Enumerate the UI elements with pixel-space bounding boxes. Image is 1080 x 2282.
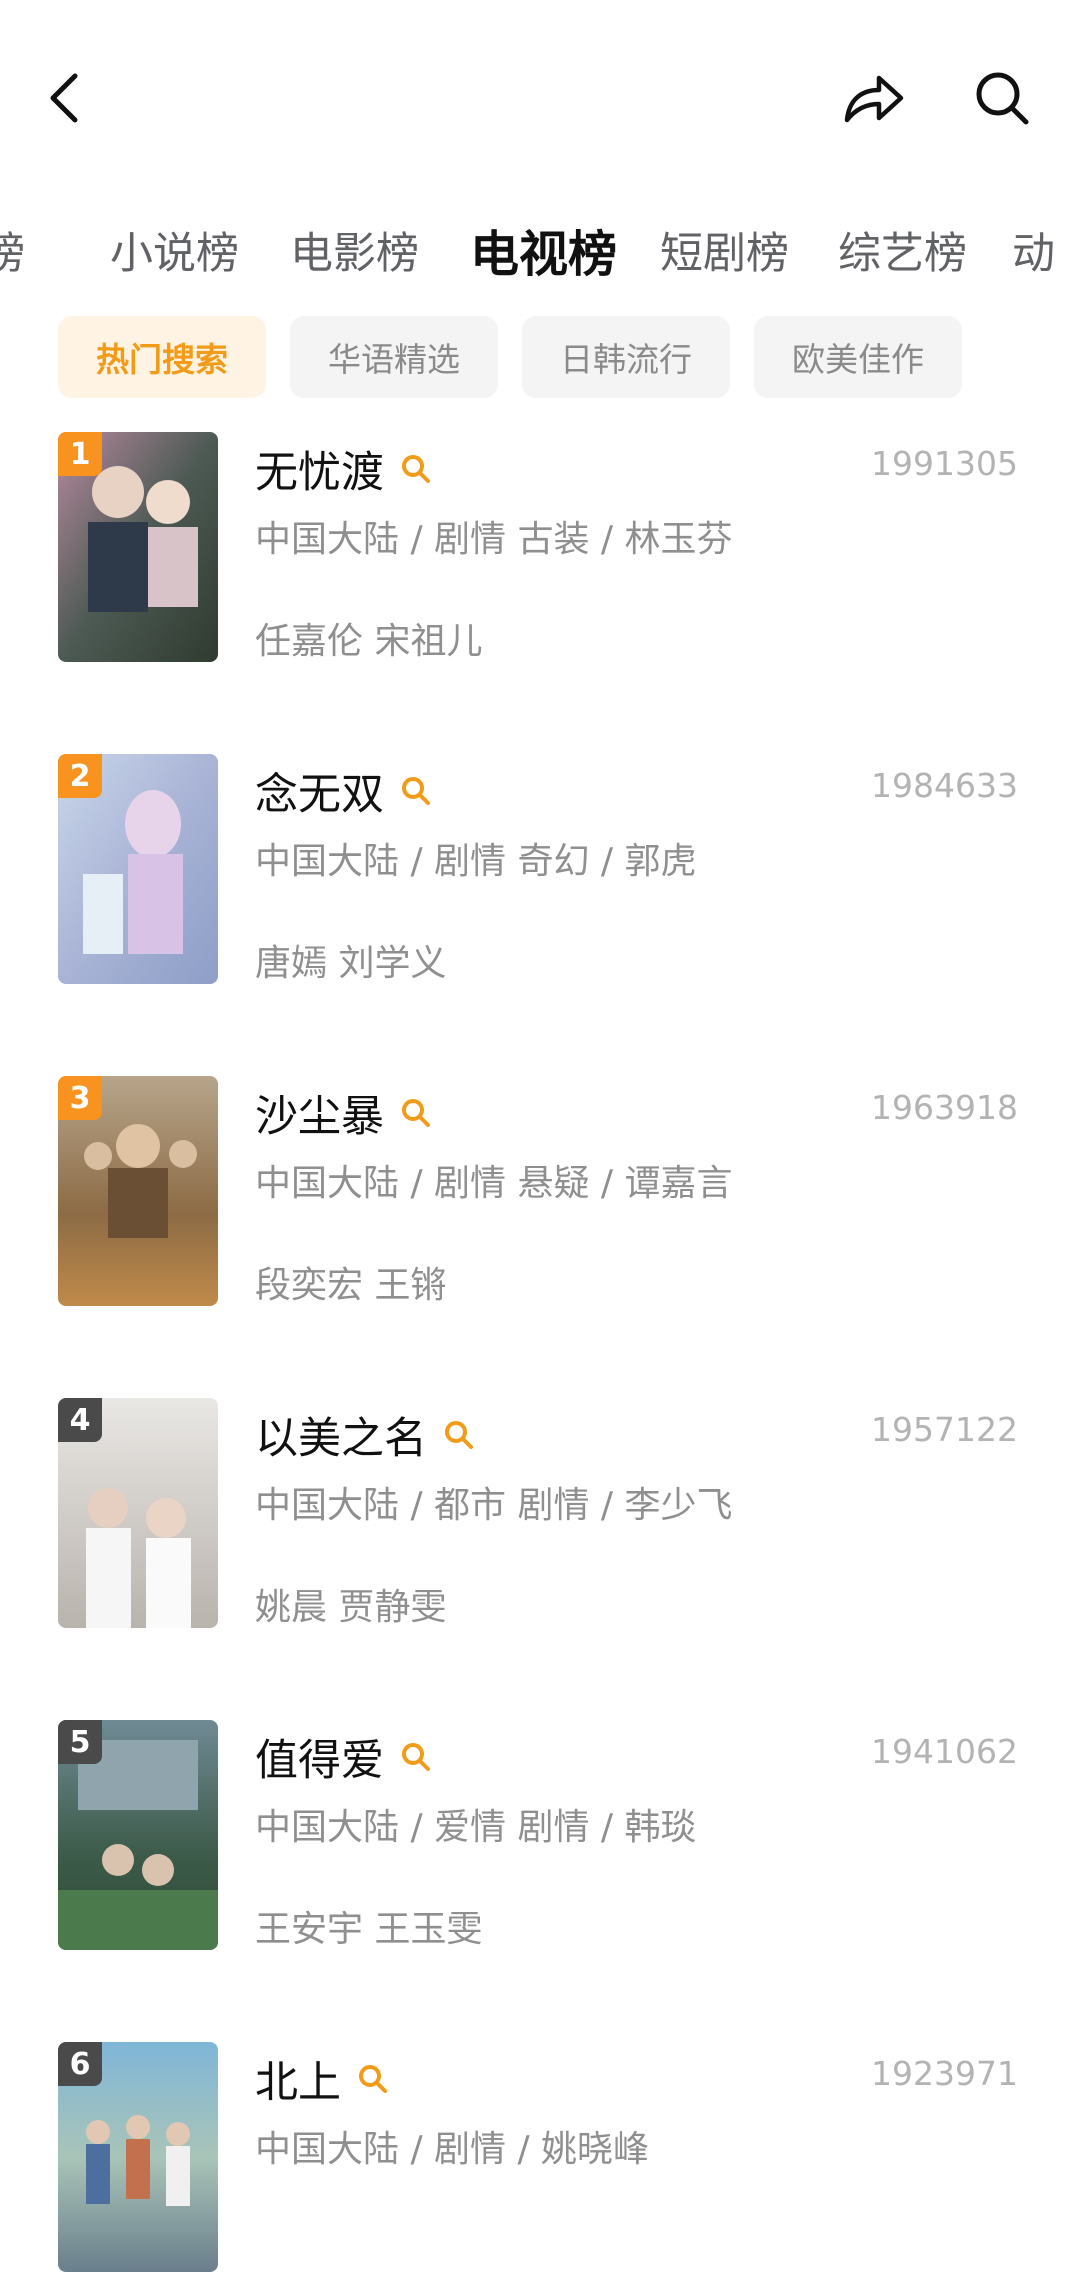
chevron-left-icon (50, 73, 78, 123)
item-cast: 段奕宏 王锵 (255, 1265, 447, 1306)
top-bar (0, 0, 1080, 180)
list-item[interactable]: 3 沙尘暴 1963918 中国大陆 / 剧情 悬疑 / 谭嘉言 段奕宏 王锵 (0, 1076, 1080, 1316)
item-title: 值得爱 (255, 1736, 384, 1786)
chip-western[interactable]: 欧美佳作 (754, 316, 962, 398)
item-cast: 姚晨 贾静雯 (255, 1587, 447, 1628)
item-meta: 中国大陆 / 剧情 古装 / 林玉芬 (255, 519, 733, 560)
tab-partial-right[interactable]: 动 (1012, 205, 1055, 295)
item-title: 北上 (255, 2058, 341, 2108)
item-meta: 中国大陆 / 剧情 奇幻 / 郭虎 (255, 841, 697, 882)
tab-movie[interactable]: 电影榜 (290, 205, 419, 295)
search-icon[interactable] (357, 2063, 389, 2095)
list-item[interactable]: 6 北上 1923971 中国大陆 / 剧情 / 姚晓峰 (0, 2042, 1080, 2282)
search-icon[interactable] (400, 775, 432, 807)
hot-score: 1941062 (871, 1732, 1018, 1771)
rank-badge: 4 (58, 1398, 102, 1442)
item-meta: 中国大陆 / 爱情 剧情 / 韩琰 (255, 1807, 697, 1848)
item-meta: 中国大陆 / 剧情 悬疑 / 谭嘉言 (255, 1163, 733, 1204)
chip-japan-korea[interactable]: 日韩流行 (522, 316, 730, 398)
hot-score: 1991305 (871, 444, 1018, 483)
filter-chips: 热门搜索 华语精选 日韩流行 欧美佳作 (0, 316, 1080, 398)
poster-image: 4 (58, 1398, 218, 1628)
hot-score: 1963918 (871, 1088, 1018, 1127)
hot-score: 1923971 (871, 2054, 1018, 2093)
rank-badge: 6 (58, 2042, 102, 2086)
item-title: 以美之名 (255, 1414, 427, 1464)
list-item[interactable]: 5 值得爱 1941062 中国大陆 / 爱情 剧情 / 韩琰 王安宇 王玉雯 (0, 1720, 1080, 1960)
item-title: 无忧渡 (255, 448, 384, 498)
rank-badge: 2 (58, 754, 102, 798)
list-item[interactable]: 4 以美之名 1957122 中国大陆 / 都市 剧情 / 李少飞 姚晨 贾静雯 (0, 1398, 1080, 1638)
item-title: 沙尘暴 (255, 1092, 384, 1142)
search-icon (976, 72, 1029, 125)
poster-image: 3 (58, 1076, 218, 1306)
tab-variety[interactable]: 综艺榜 (838, 205, 967, 295)
chip-hot-search[interactable]: 热门搜索 (58, 316, 266, 398)
rank-badge: 1 (58, 432, 102, 476)
item-title: 念无双 (255, 770, 384, 820)
poster-image: 6 (58, 2042, 218, 2272)
search-icon[interactable] (443, 1419, 475, 1451)
poster-image: 1 (58, 432, 218, 662)
item-cast: 王安宇 王玉雯 (255, 1909, 483, 1950)
search-icon[interactable] (400, 1741, 432, 1773)
item-meta: 中国大陆 / 剧情 / 姚晓峰 (255, 2129, 650, 2170)
tab-novel[interactable]: 小说榜 (110, 205, 239, 295)
chip-chinese-picks[interactable]: 华语精选 (290, 316, 498, 398)
item-cast: 唐嫣 刘学义 (255, 943, 447, 984)
tab-partial-left[interactable]: 榜 (0, 205, 25, 295)
category-tabs: 榜 小说榜 电影榜 电视榜 短剧榜 综艺榜 动 (0, 205, 1080, 295)
search-icon[interactable] (400, 453, 432, 485)
poster-image: 2 (58, 754, 218, 984)
list-item[interactable]: 2 念无双 1984633 中国大陆 / 剧情 奇幻 / 郭虎 唐嫣 刘学义 (0, 754, 1080, 994)
hot-score: 1957122 (871, 1410, 1018, 1449)
tab-tv[interactable]: 电视榜 (470, 205, 617, 295)
item-cast: 任嘉伦 宋祖儿 (255, 621, 483, 662)
search-button[interactable] (960, 58, 1044, 138)
search-icon[interactable] (400, 1097, 432, 1129)
rank-badge: 3 (58, 1076, 102, 1120)
share-button[interactable] (832, 58, 916, 138)
item-meta: 中国大陆 / 都市 剧情 / 李少飞 (255, 1485, 733, 1526)
back-button[interactable] (30, 58, 100, 138)
hot-score: 1984633 (871, 766, 1018, 805)
share-arrow-icon (844, 75, 904, 123)
poster-image: 5 (58, 1720, 218, 1950)
rank-badge: 5 (58, 1720, 102, 1764)
tab-short-drama[interactable]: 短剧榜 (660, 205, 789, 295)
list-item[interactable]: 1 无忧渡 1991305 中国大陆 / 剧情 古装 / 林玉芬 任嘉伦 宋祖儿 (0, 432, 1080, 672)
